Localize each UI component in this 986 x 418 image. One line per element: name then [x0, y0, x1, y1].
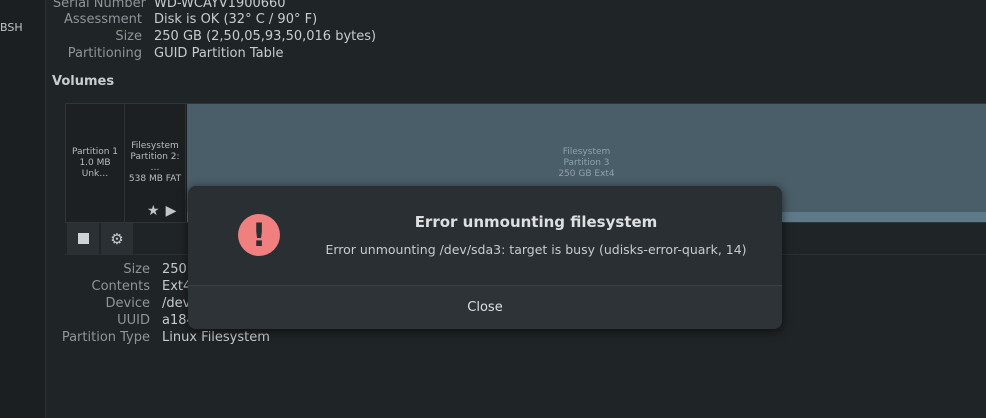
- volumes-title: Volumes: [52, 74, 115, 89]
- gears-button[interactable]: ⚙: [101, 223, 133, 254]
- part-uuid-key: UUID: [117, 313, 150, 328]
- part-contents-row: Contents: [46, 279, 150, 295]
- error-icon: !: [238, 214, 280, 256]
- sidebar: BSH: [0, 0, 46, 418]
- partition-2-line-3: 538 MB FAT: [128, 174, 182, 184]
- play-icon: ▶: [165, 203, 177, 219]
- part-device-row: Device: [46, 296, 150, 312]
- partition-3-line-1: Filesystem: [562, 146, 611, 157]
- partition-1-line-2: 1.0 MB Unk…: [79, 157, 111, 179]
- part-device-value: /dev: [162, 296, 191, 311]
- drive-size-key: Size: [115, 29, 142, 44]
- partition-2-icons: ★ ▶: [147, 203, 176, 219]
- part-contents-value: Ext4: [162, 279, 192, 294]
- part-contents-key: Contents: [91, 279, 150, 294]
- drive-partitioning-key: Partitioning: [67, 46, 142, 61]
- sidebar-item-label[interactable]: BSH: [0, 21, 23, 34]
- drive-serial-value: WD-WCAYV1900660: [154, 0, 286, 11]
- dialog-message: Error unmounting /dev/sda3: target is bu…: [325, 242, 747, 257]
- star-icon: ★: [147, 203, 160, 219]
- drive-partitioning-value: GUID Partition Table: [154, 46, 284, 61]
- dialog-title: Error unmounting filesystem: [414, 213, 658, 231]
- partition-1[interactable]: Partition 1 1.0 MB Unk…: [66, 104, 125, 222]
- partition-2-line-1: Filesystem: [131, 141, 179, 151]
- error-dialog: ! Error unmounting filesystem Error unmo…: [188, 186, 782, 329]
- drive-serial-row: Serial Number: [46, 0, 146, 12]
- drive-size-row: Size: [46, 29, 142, 45]
- part-size-row: Size: [46, 262, 150, 278]
- part-type-value: Linux Filesystem: [162, 330, 270, 345]
- partition-1-line-1: Partition 1: [71, 146, 119, 157]
- stop-button[interactable]: [67, 223, 99, 254]
- drive-partitioning-row: Partitioning: [46, 46, 142, 62]
- part-type-key: Partition Type: [61, 330, 150, 345]
- drive-assessment-key: Assessment: [64, 12, 142, 27]
- close-button[interactable]: Close: [188, 285, 782, 329]
- part-uuid-row: UUID: [46, 313, 150, 329]
- part-size-key: Size: [123, 262, 150, 277]
- part-type-row: Partition Type: [46, 330, 150, 346]
- drive-serial-key: Serial Number: [52, 0, 146, 11]
- drive-assessment-row: Assessment: [46, 12, 142, 28]
- drive-assessment-value: Disk is OK (32° C / 90° F): [154, 12, 318, 27]
- partition-3-line-2: Partition 3: [563, 157, 610, 168]
- stop-icon: [77, 233, 89, 244]
- drive-size-value: 250 GB (2,50,05,93,50,016 bytes): [154, 29, 377, 44]
- partition-3-line-3: 250 GB Ext4: [558, 168, 615, 179]
- part-size-value: 250: [162, 262, 187, 277]
- partition-2-line-2: Partition 2: …: [130, 152, 180, 173]
- gears-icon: ⚙: [110, 229, 124, 248]
- part-device-key: Device: [105, 296, 150, 311]
